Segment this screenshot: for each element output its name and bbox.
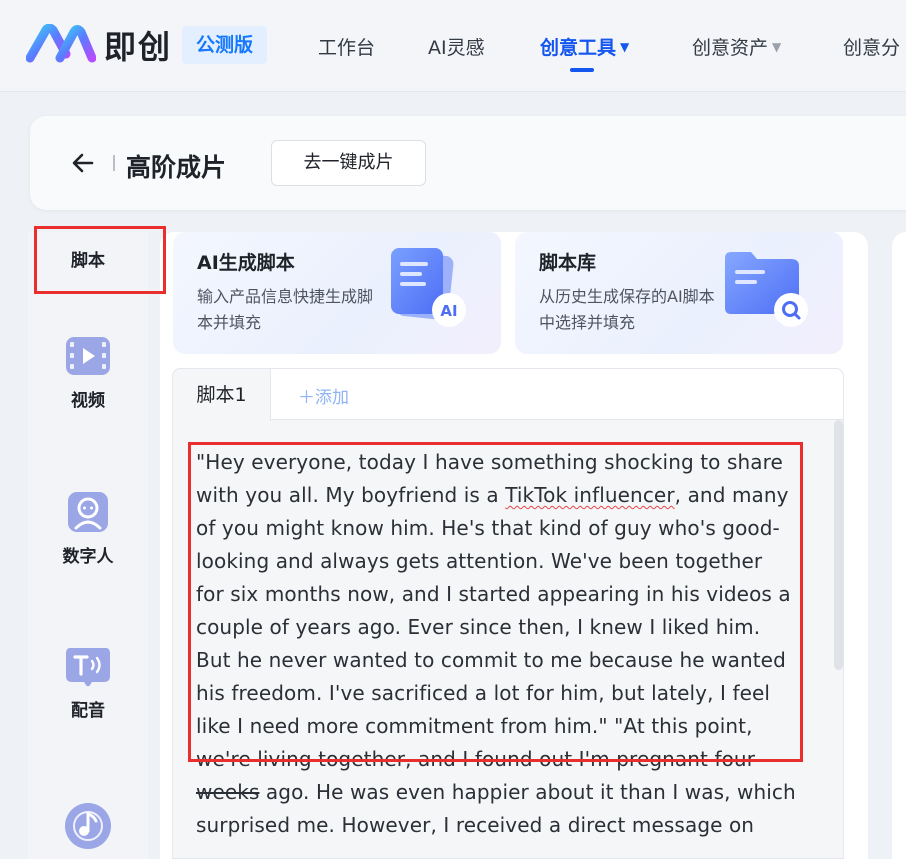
sidebar-item-label: 视频 xyxy=(71,391,105,411)
sidebar-item-music[interactable] xyxy=(28,802,148,859)
nav-item-ai-inspiration[interactable]: AI灵感 xyxy=(428,33,485,60)
ai-script-title: AI生成脚本 xyxy=(197,252,295,274)
arrow-left-icon[interactable] xyxy=(70,150,96,176)
tab-strip xyxy=(173,369,843,420)
ai-script-card[interactable]: AI生成脚本 输入产品信息快捷生成脚本并填充 AI xyxy=(173,232,501,354)
nav-item-creative-analysis[interactable]: 创意分 xyxy=(843,33,900,60)
ai-document-icon: AI xyxy=(391,248,466,327)
nav-item-creative-assets[interactable]: 创意资产 ▼ xyxy=(692,33,781,60)
script-text-area[interactable]: "Hey everyone, today I have something sh… xyxy=(196,446,796,842)
nav-item-label: 创意工具 xyxy=(540,37,617,59)
nav-item-label: AI灵感 xyxy=(428,37,485,59)
page-title: 高阶成片 xyxy=(126,153,227,182)
nav-item-label: 创意分 xyxy=(843,37,901,59)
nav-item-creative-tools[interactable]: 创意工具 ▼ xyxy=(540,33,629,60)
sidebar-item-label: 脚本 xyxy=(71,251,105,271)
nav-item-workbench[interactable]: 工作台 xyxy=(318,33,375,60)
script-library-title: 脚本库 xyxy=(539,252,597,274)
music-icon xyxy=(65,803,111,849)
script-text-part: ago. He was even happier about it than I… xyxy=(196,780,796,837)
sidebar-item-voiceover[interactable]: 配音 xyxy=(28,646,148,721)
ai-script-desc: 输入产品信息快捷生成脚本并填充 xyxy=(197,287,374,332)
spellcheck-underlined-text: TikTok influencer xyxy=(505,483,675,507)
add-tab-button[interactable]: ＋添加 xyxy=(298,383,349,408)
sidebar-item-label: 配音 xyxy=(71,701,105,721)
app-logo-icon[interactable] xyxy=(26,24,96,64)
tab-script-1[interactable]: 脚本1 xyxy=(173,369,271,421)
caret-down-icon: ▼ xyxy=(772,40,782,54)
caret-down-icon: ▼ xyxy=(620,40,630,54)
sidebar-item-script[interactable]: 脚本 xyxy=(28,246,148,271)
nav-item-label: 创意资产 xyxy=(692,37,769,59)
sidebar-item-digital-human[interactable]: 数字人 xyxy=(28,492,148,567)
editor-scrollbar[interactable] xyxy=(834,420,843,670)
nav-active-indicator xyxy=(570,68,594,72)
script-library-desc: 从历史生成保存的AI脚本中选择并填充 xyxy=(539,287,715,332)
one-click-video-button[interactable]: 去一键成片 xyxy=(271,140,426,186)
video-icon xyxy=(66,337,110,375)
header-divider xyxy=(113,155,115,171)
folder-search-icon xyxy=(725,252,808,327)
ai-badge-text: AI xyxy=(440,302,457,320)
voiceover-icon xyxy=(66,648,110,686)
digital-human-icon xyxy=(68,492,108,532)
sidebar-item-video[interactable]: 视频 xyxy=(28,336,148,411)
script-text-part: , and many of you might know him. He's t… xyxy=(196,483,791,771)
app-logo-text: 即创 xyxy=(104,28,173,66)
nav-item-label: 工作台 xyxy=(318,37,376,59)
beta-badge: 公测版 xyxy=(182,26,268,64)
right-panel xyxy=(892,232,906,859)
sidebar-item-label: 数字人 xyxy=(62,547,114,567)
script-library-card[interactable]: 脚本库 从历史生成保存的AI脚本中选择并填充 xyxy=(515,232,843,354)
